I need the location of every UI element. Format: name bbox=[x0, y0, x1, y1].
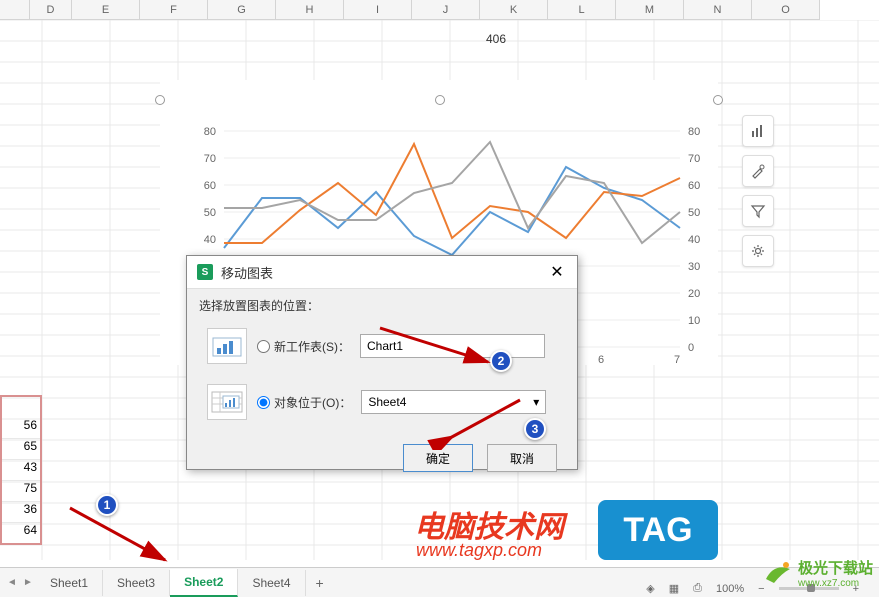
new-sheet-icon bbox=[207, 328, 247, 364]
col-d[interactable]: D bbox=[30, 0, 72, 20]
svg-text:6: 6 bbox=[598, 354, 604, 365]
select-value: Sheet4 bbox=[368, 395, 406, 409]
svg-text:70: 70 bbox=[204, 153, 216, 165]
cell[interactable]: 65 bbox=[0, 439, 42, 460]
chart-filter-button[interactable] bbox=[742, 195, 774, 227]
grid-view-icon[interactable]: ▦ bbox=[669, 582, 679, 595]
corner-cell[interactable] bbox=[0, 0, 30, 20]
new-sheet-name-input[interactable] bbox=[360, 334, 545, 358]
sheet-tab-sheet3[interactable]: Sheet3 bbox=[103, 570, 170, 596]
tab-nav-next[interactable]: ► bbox=[20, 571, 36, 595]
tab-nav-prev[interactable]: ◄ bbox=[4, 571, 20, 595]
watermark2-text: 极光下载站 bbox=[798, 557, 873, 578]
annotation-badge-3: 3 bbox=[524, 418, 546, 440]
chart-elements-button[interactable] bbox=[742, 115, 774, 147]
cell[interactable]: 56 bbox=[0, 418, 42, 439]
chart-style-button[interactable] bbox=[742, 155, 774, 187]
col-n[interactable]: N bbox=[684, 0, 752, 20]
svg-text:70: 70 bbox=[688, 153, 700, 165]
col-j[interactable]: J bbox=[412, 0, 480, 20]
add-sheet-button[interactable]: + bbox=[306, 569, 334, 597]
svg-text:7: 7 bbox=[674, 354, 680, 365]
cell[interactable]: 43 bbox=[0, 460, 42, 481]
dialog-titlebar[interactable]: S 移动图表 ✕ bbox=[187, 256, 577, 289]
chart-handle[interactable] bbox=[713, 95, 723, 105]
col-e[interactable]: E bbox=[72, 0, 140, 20]
chart-handle[interactable] bbox=[435, 95, 445, 105]
annotation-badge-2: 2 bbox=[490, 350, 512, 372]
new-sheet-label: 新工作表(S)： bbox=[274, 338, 350, 355]
chart-settings-button[interactable] bbox=[742, 235, 774, 267]
move-chart-dialog: S 移动图表 ✕ 选择放置图表的位置： 新工作表(S)： 对象位于(O)： Sh… bbox=[186, 255, 578, 470]
svg-text:30: 30 bbox=[688, 261, 700, 273]
watermark2-url: www.xz7.com bbox=[798, 578, 873, 589]
watermark-tag: TAG bbox=[598, 500, 718, 560]
app-icon: S bbox=[197, 264, 213, 280]
watermark2-wrap: 极光下载站 www.xz7.com bbox=[764, 557, 873, 589]
new-sheet-radio[interactable]: 新工作表(S)： bbox=[257, 338, 350, 355]
col-m[interactable]: M bbox=[616, 0, 684, 20]
svg-text:20: 20 bbox=[688, 288, 700, 300]
chart-handle[interactable] bbox=[155, 95, 165, 105]
col-h[interactable]: H bbox=[276, 0, 344, 20]
object-in-select[interactable]: Sheet4 ▾ bbox=[361, 390, 546, 414]
cancel-button[interactable]: 取消 bbox=[487, 444, 557, 472]
dialog-subtitle: 选择放置图表的位置： bbox=[187, 289, 577, 322]
svg-text:10: 10 bbox=[688, 315, 700, 327]
cell[interactable]: 64 bbox=[0, 523, 42, 544]
sheet-tab-sheet1[interactable]: Sheet1 bbox=[36, 570, 103, 596]
svg-text:0: 0 bbox=[688, 342, 694, 354]
object-in-label: 对象位于(O)： bbox=[274, 394, 351, 411]
watermark2-logo bbox=[764, 559, 794, 587]
dialog-title: 移动图表 bbox=[221, 263, 547, 282]
svg-text:40: 40 bbox=[204, 234, 216, 246]
svg-text:40: 40 bbox=[688, 234, 700, 246]
svg-text:60: 60 bbox=[688, 180, 700, 192]
col-i[interactable]: I bbox=[344, 0, 412, 20]
zoom-value[interactable]: 100% bbox=[716, 583, 744, 595]
annotation-badge-1: 1 bbox=[96, 494, 118, 516]
cell[interactable]: 36 bbox=[0, 502, 42, 523]
svg-text:60: 60 bbox=[204, 180, 216, 192]
view-icon[interactable]: ◈ bbox=[646, 582, 654, 595]
chevron-down-icon: ▾ bbox=[533, 395, 539, 409]
col-g[interactable]: G bbox=[208, 0, 276, 20]
watermark-url: www.tagxp.com bbox=[416, 540, 542, 561]
col-k[interactable]: K bbox=[480, 0, 548, 20]
close-button[interactable]: ✕ bbox=[547, 262, 567, 282]
page-view-icon[interactable]: ⎙ bbox=[693, 582, 702, 595]
col-l[interactable]: L bbox=[548, 0, 616, 20]
svg-text:50: 50 bbox=[204, 207, 216, 219]
svg-text:50: 50 bbox=[688, 207, 700, 219]
object-in-icon bbox=[207, 384, 247, 420]
sheet-tab-sheet4[interactable]: Sheet4 bbox=[238, 570, 305, 596]
cell[interactable]: 75 bbox=[0, 481, 42, 502]
svg-text:80: 80 bbox=[688, 126, 700, 138]
chart-tools bbox=[742, 115, 774, 267]
svg-text:80: 80 bbox=[204, 126, 216, 138]
col-d-values: 56 65 43 75 36 64 bbox=[0, 418, 42, 544]
object-in-radio[interactable]: 对象位于(O)： bbox=[257, 394, 351, 411]
col-f[interactable]: F bbox=[140, 0, 208, 20]
sheet-tab-sheet2[interactable]: Sheet2 bbox=[170, 569, 238, 597]
column-headers: D E F G H I J K L M N O bbox=[0, 0, 879, 20]
cell-value[interactable]: 406 bbox=[446, 32, 506, 46]
ok-button[interactable]: 确定 bbox=[403, 444, 473, 472]
col-o[interactable]: O bbox=[752, 0, 820, 20]
